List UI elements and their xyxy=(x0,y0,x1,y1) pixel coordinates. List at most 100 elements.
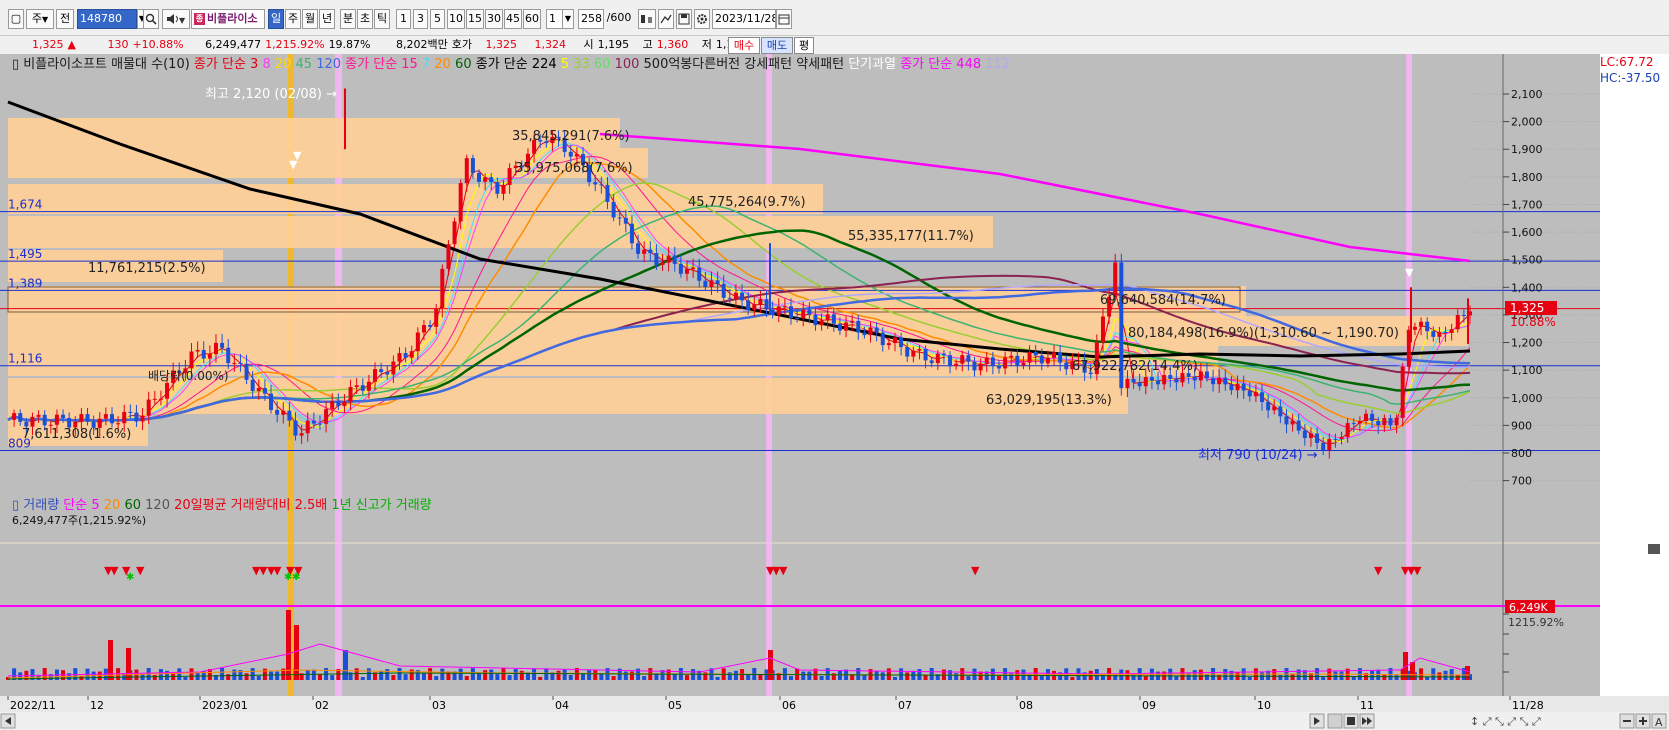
candle-body xyxy=(1302,430,1307,439)
calendar-icon[interactable] xyxy=(776,9,792,29)
compare-icon[interactable] xyxy=(638,9,656,29)
mode-button[interactable]: 전 xyxy=(56,9,74,29)
candle-body xyxy=(256,388,261,391)
legend-item[interactable]: 120 xyxy=(312,57,341,72)
tab-2[interactable]: 월 xyxy=(302,9,318,29)
buy-button[interactable]: 매수 xyxy=(728,37,760,54)
eval-button[interactable]: 평 xyxy=(794,37,814,54)
tab-4[interactable]: 분 xyxy=(340,9,356,29)
legend-item[interactable]: 500억봉다른버전 강세패턴 xyxy=(639,57,792,72)
legend-item[interactable]: 종가 단순 224 xyxy=(472,57,557,72)
legend-item[interactable]: 단기과열 xyxy=(844,57,896,72)
tab-1[interactable]: 주 xyxy=(285,9,301,29)
fast-forward-icon[interactable] xyxy=(1359,713,1375,729)
candle-body xyxy=(685,269,690,274)
interval-3[interactable]: 3 xyxy=(413,9,428,29)
legend-item[interactable]: 5 xyxy=(557,57,569,72)
legend-item[interactable]: 60 xyxy=(451,57,472,72)
volume-legend-item[interactable]: 20일평균 거래량대비 2.5배 xyxy=(170,498,327,513)
volume-pct-label: 1215.92% xyxy=(1508,616,1564,629)
count-input[interactable]: 258 xyxy=(578,9,604,29)
period-select[interactable]: 주▼ xyxy=(26,9,54,29)
chart-tools-icon[interactable]: ↕ ⤢ ⤡ ⤢ ⤡ ⤢ xyxy=(1468,714,1608,728)
volume-bar xyxy=(1247,676,1252,680)
volume-bar xyxy=(1278,675,1283,680)
interval-15[interactable]: 15 xyxy=(466,9,484,29)
legend-item[interactable]: 33 xyxy=(569,57,590,72)
tab-3[interactable]: 년 xyxy=(319,9,335,29)
sound-icon[interactable]: ▼ xyxy=(162,9,190,29)
quote-bar: 1,325 ▲ 130 +10.88% 6,249,477 1,215.92% 19.8… xyxy=(0,36,1669,54)
legend-item[interactable]: 45 xyxy=(291,57,312,72)
settings-icon[interactable] xyxy=(694,9,710,29)
legend-item[interactable]: 20 xyxy=(271,57,292,72)
legend-item[interactable]: 종가 단순 448 xyxy=(896,57,981,72)
date-input[interactable]: 2023/11/28 xyxy=(712,9,776,29)
tab-6[interactable]: 틱 xyxy=(374,9,390,29)
volume-legend-item[interactable]: ▯ 거래량 xyxy=(12,498,59,513)
stop-icon[interactable] xyxy=(1343,713,1359,729)
legend-item[interactable]: 약세패턴 xyxy=(792,57,844,72)
interval-1[interactable]: 1 xyxy=(396,9,411,29)
save-icon[interactable] xyxy=(676,9,692,29)
candle-body xyxy=(140,415,145,422)
y-tick-label: 900 xyxy=(1511,419,1532,432)
legend-item[interactable]: 종가 단순 15 xyxy=(341,57,418,72)
draw-line-icon[interactable] xyxy=(658,9,674,29)
candle-body xyxy=(360,385,365,391)
interval-30[interactable]: 30 xyxy=(485,9,503,29)
volume-bar xyxy=(269,671,274,680)
legend-item[interactable]: 100 xyxy=(610,57,639,72)
volume-legend-item[interactable]: 60 xyxy=(120,498,141,513)
stock-code-input[interactable]: 148780 xyxy=(77,9,137,29)
legend-item[interactable]: 8 xyxy=(258,57,270,72)
legend-item[interactable]: 20 xyxy=(430,57,451,72)
scrollbar-track[interactable] xyxy=(0,712,1669,730)
pane-resize-handle[interactable] xyxy=(1648,544,1660,554)
candle-body xyxy=(733,292,738,299)
tab-0[interactable]: 일 xyxy=(268,9,284,29)
volume-bar xyxy=(1290,674,1295,680)
unit-dropdown-icon[interactable]: ▼ xyxy=(562,9,574,29)
volume-bar xyxy=(489,669,494,680)
legend-item[interactable]: ▯ 비플라이소프트 매물대 수(10) xyxy=(12,57,190,72)
search-icon[interactable] xyxy=(143,9,159,29)
volume-bar xyxy=(996,675,1001,680)
volume-legend-item[interactable]: 120 xyxy=(141,498,170,513)
sell-button[interactable]: 매도 xyxy=(761,37,793,54)
volume-alert-marker: ▼ xyxy=(110,564,119,577)
font-size-icon[interactable]: A xyxy=(1651,713,1667,729)
candle-body xyxy=(336,401,341,407)
interval-60[interactable]: 60 xyxy=(523,9,541,29)
scroll-left-icon[interactable] xyxy=(0,713,16,729)
candle-body xyxy=(311,420,316,424)
stock-name-field[interactable]: 종 비플라이소 xyxy=(191,9,265,29)
scroll-thumb[interactable] xyxy=(1327,713,1343,729)
volume-bar xyxy=(1419,668,1424,680)
stock-chart[interactable]: 1,6741,4951,3891,116809 ▼▼ ▼ ▼ ▼▼ ▼▼ ▼ ▼ ▼▼▼ ▼ ▼ ▼… xyxy=(0,54,1669,730)
legend-item[interactable]: 종가 단순 3 xyxy=(190,57,259,72)
volume-bar xyxy=(189,668,194,680)
candle-body xyxy=(1033,351,1038,356)
candle-body xyxy=(923,348,928,361)
interval-45[interactable]: 45 xyxy=(504,9,522,29)
candle-body xyxy=(1223,377,1228,385)
zoom-in-icon[interactable] xyxy=(1635,713,1651,729)
volume-bar xyxy=(483,670,488,680)
volume-legend-item[interactable]: 20 xyxy=(100,498,121,513)
legend-item[interactable]: 7 xyxy=(418,57,430,72)
tab-5[interactable]: 초 xyxy=(357,9,373,29)
layout-icon[interactable]: ▢ xyxy=(8,9,24,29)
candle-body xyxy=(972,361,977,371)
scroll-right-icon[interactable] xyxy=(1309,713,1325,729)
candle-body xyxy=(1058,352,1063,363)
interval-10[interactable]: 10 xyxy=(447,9,465,29)
legend-item[interactable]: 60 xyxy=(590,57,611,72)
zoom-out-icon[interactable] xyxy=(1619,713,1635,729)
candle-body xyxy=(837,323,842,331)
legend-item[interactable]: 112 xyxy=(981,57,1010,72)
interval-5[interactable]: 5 xyxy=(430,9,445,29)
volume-legend-item[interactable]: 1년 신고가 거래량 xyxy=(327,498,431,513)
volume-legend-item[interactable]: 단순 5 xyxy=(59,498,99,513)
candle-body xyxy=(1235,383,1240,391)
